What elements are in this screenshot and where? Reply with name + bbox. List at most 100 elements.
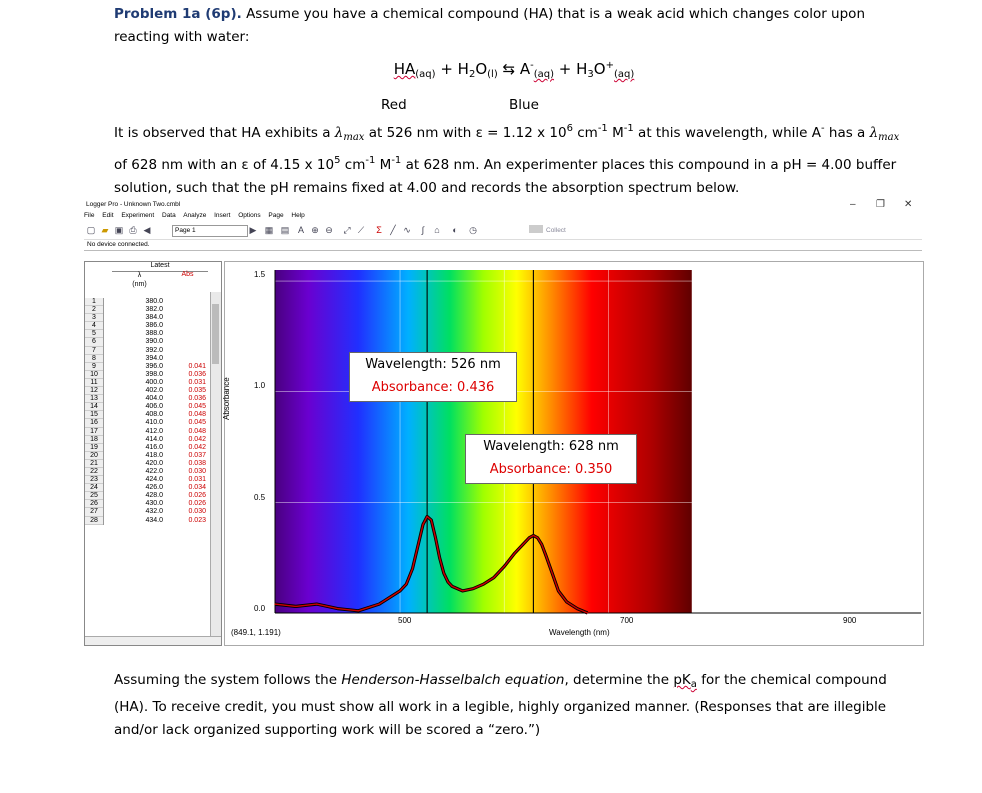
- cell-absorbance[interactable]: [167, 355, 206, 363]
- statistics-icon[interactable]: Σ: [374, 225, 384, 235]
- cell-absorbance[interactable]: [167, 338, 206, 346]
- close-button[interactable]: ✕: [904, 199, 912, 210]
- cell-absorbance[interactable]: 0.030: [167, 508, 206, 516]
- cell-wavelength[interactable]: 388.0: [112, 330, 163, 338]
- page-select[interactable]: Page 1: [172, 225, 248, 237]
- cell-wavelength[interactable]: 382.0: [112, 306, 163, 314]
- cell-absorbance[interactable]: 0.042: [167, 436, 206, 444]
- model-icon[interactable]: ⌂: [432, 225, 442, 235]
- menu-data[interactable]: Data: [162, 212, 176, 219]
- cell-absorbance[interactable]: 0.041: [167, 363, 206, 371]
- row-number[interactable]: 21: [85, 460, 103, 468]
- cell-wavelength[interactable]: 410.0: [112, 419, 163, 427]
- spectrum-icon[interactable]: ◐: [450, 225, 460, 235]
- row-number[interactable]: 14: [85, 403, 103, 412]
- cell-absorbance[interactable]: 0.030: [167, 468, 206, 476]
- menu-insert[interactable]: Insert: [214, 212, 230, 219]
- cell-wavelength[interactable]: 380.0: [112, 298, 163, 306]
- cell-absorbance[interactable]: [167, 322, 206, 330]
- tangent-icon[interactable]: ⟋: [356, 225, 366, 235]
- row-number[interactable]: 4: [85, 322, 103, 331]
- row-number[interactable]: 9: [85, 363, 103, 371]
- cell-wavelength[interactable]: 392.0: [112, 347, 163, 355]
- cell-wavelength[interactable]: 406.0: [112, 403, 163, 411]
- cell-wavelength[interactable]: 426.0: [112, 484, 163, 492]
- cell-absorbance[interactable]: 0.031: [167, 379, 206, 387]
- cell-wavelength[interactable]: 422.0: [112, 468, 163, 476]
- cell-absorbance[interactable]: 0.026: [167, 500, 206, 508]
- cell-wavelength[interactable]: 416.0: [112, 444, 163, 452]
- open-folder-icon[interactable]: ▰: [100, 225, 110, 235]
- cell-wavelength[interactable]: 428.0: [112, 492, 163, 500]
- cell-wavelength[interactable]: 424.0: [112, 476, 163, 484]
- row-number[interactable]: 3: [85, 314, 103, 323]
- menu-help[interactable]: Help: [291, 212, 304, 219]
- timer-icon[interactable]: ◷: [468, 225, 478, 235]
- cell-absorbance[interactable]: 0.036: [167, 371, 206, 379]
- zoom-in-icon[interactable]: ⊕: [310, 225, 320, 235]
- row-number[interactable]: 22: [85, 468, 103, 477]
- page-prev-icon[interactable]: ◀: [142, 225, 152, 235]
- row-number[interactable]: 17: [85, 428, 103, 436]
- cell-absorbance[interactable]: 0.038: [167, 460, 206, 468]
- integral-icon[interactable]: ∫: [418, 225, 428, 235]
- data-table[interactable]: Latest λ (nm) Abs 1 2 3 4 5 6 7 8 9 10 11 12 13 14 15 16…: [84, 261, 222, 646]
- cell-wavelength[interactable]: 434.0: [112, 517, 163, 525]
- menu-analyze[interactable]: Analyze: [183, 212, 206, 219]
- menu-edit[interactable]: Edit: [102, 212, 113, 219]
- cell-wavelength[interactable]: 432.0: [112, 508, 163, 516]
- table-vertical-scrollbar[interactable]: [210, 292, 221, 637]
- zoom-out-icon[interactable]: ⊖: [324, 225, 334, 235]
- graph-icon[interactable]: ▤: [280, 225, 290, 235]
- cell-absorbance[interactable]: 0.026: [167, 492, 206, 500]
- scroll-thumb[interactable]: [212, 304, 219, 364]
- cell-wavelength[interactable]: 386.0: [112, 322, 163, 330]
- table-icon[interactable]: ▦: [264, 225, 274, 235]
- linear-fit-icon[interactable]: ╱: [388, 225, 398, 235]
- row-number[interactable]: 11: [85, 379, 103, 388]
- curve-fit-icon[interactable]: ∿: [402, 225, 412, 235]
- menu-file[interactable]: File: [84, 212, 94, 219]
- cell-absorbance[interactable]: 0.042: [167, 444, 206, 452]
- row-number[interactable]: 6: [85, 338, 103, 347]
- minimize-button[interactable]: –: [850, 199, 856, 210]
- print-icon[interactable]: ⎙: [128, 225, 138, 235]
- cell-wavelength[interactable]: 414.0: [112, 436, 163, 444]
- cell-absorbance[interactable]: 0.045: [167, 403, 206, 411]
- save-icon[interactable]: ▣: [114, 225, 124, 235]
- row-number[interactable]: 27: [85, 508, 103, 517]
- row-number[interactable]: 23: [85, 476, 103, 485]
- cell-absorbance[interactable]: [167, 330, 206, 338]
- row-number[interactable]: 5: [85, 330, 103, 339]
- cell-wavelength[interactable]: 384.0: [112, 314, 163, 322]
- row-number[interactable]: 25: [85, 492, 103, 501]
- cell-wavelength[interactable]: 396.0: [112, 363, 163, 371]
- cell-absorbance[interactable]: 0.037: [167, 452, 206, 460]
- cell-absorbance[interactable]: 0.045: [167, 419, 206, 427]
- cell-absorbance[interactable]: 0.034: [167, 484, 206, 492]
- row-number[interactable]: 24: [85, 484, 103, 493]
- row-number[interactable]: 1: [85, 298, 103, 307]
- cell-wavelength[interactable]: 412.0: [112, 428, 163, 436]
- cell-wavelength[interactable]: 404.0: [112, 395, 163, 403]
- examine-icon[interactable]: ⤢: [342, 225, 352, 235]
- new-file-icon[interactable]: ▢: [86, 225, 96, 235]
- table-horizontal-scrollbar[interactable]: [85, 636, 221, 645]
- row-number[interactable]: 13: [85, 395, 103, 404]
- autoscale-icon[interactable]: A: [296, 225, 306, 235]
- menu-page[interactable]: Page: [268, 212, 283, 219]
- cell-wavelength[interactable]: 400.0: [112, 379, 163, 387]
- cell-absorbance[interactable]: 0.036: [167, 395, 206, 403]
- row-number[interactable]: 20: [85, 452, 103, 460]
- row-number[interactable]: 15: [85, 411, 103, 420]
- cell-absorbance[interactable]: [167, 306, 206, 314]
- cell-absorbance[interactable]: [167, 298, 206, 306]
- row-number[interactable]: 12: [85, 387, 103, 396]
- page-next-icon[interactable]: ▶: [248, 225, 258, 235]
- cell-absorbance[interactable]: 0.031: [167, 476, 206, 484]
- cell-wavelength[interactable]: 408.0: [112, 411, 163, 419]
- row-number[interactable]: 8: [85, 355, 103, 363]
- row-number[interactable]: 28: [85, 517, 103, 525]
- row-number[interactable]: 10: [85, 371, 103, 379]
- cell-wavelength[interactable]: 420.0: [112, 460, 163, 468]
